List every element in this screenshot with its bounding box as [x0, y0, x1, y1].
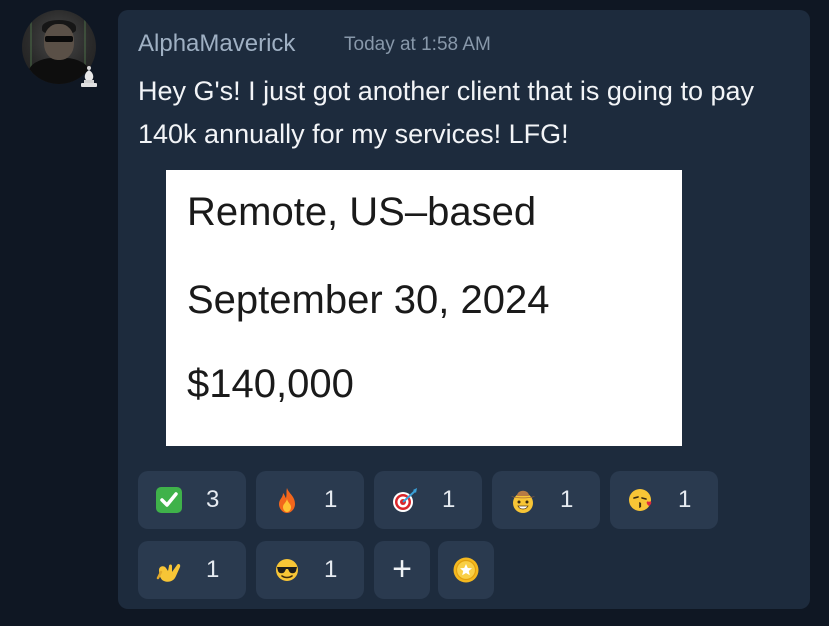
attachment-salary: $140,000 — [187, 362, 354, 406]
reaction-count: 1 — [206, 556, 220, 583]
add-reaction-button[interactable]: + — [374, 541, 430, 599]
attachment-location: Remote, US–based — [187, 190, 537, 234]
reaction-check[interactable]: 3 — [138, 471, 246, 529]
dart-target-icon — [391, 486, 419, 514]
reaction-count: 1 — [442, 486, 456, 513]
cowboy-face-icon — [509, 486, 537, 514]
reaction-count: 1 — [560, 486, 574, 513]
reaction-count: 1 — [678, 486, 692, 513]
reaction-cowboy[interactable]: 1 — [492, 471, 600, 529]
call-me-hand-icon — [155, 556, 183, 584]
reaction-dart[interactable]: 1 — [374, 471, 482, 529]
reaction-count: 1 — [324, 556, 338, 583]
bishop-badge-icon — [78, 64, 100, 88]
attachment-date: September 30, 2024 — [187, 278, 550, 322]
kissing-face-icon — [627, 486, 655, 514]
reaction-fire[interactable]: 1 — [256, 471, 364, 529]
reaction-count: 1 — [324, 486, 338, 513]
image-attachment[interactable]: Remote, US–based September 30, 2024 $140… — [166, 170, 682, 446]
reaction-count: 3 — [206, 486, 220, 513]
reaction-call-me[interactable]: 1 — [138, 541, 246, 599]
message-card: AlphaMaverick Today at 1:58 AM Hey G's! … — [118, 10, 810, 609]
plus-icon: + — [392, 550, 412, 588]
reaction-kiss[interactable]: 1 — [610, 471, 718, 529]
message-text: Hey G's! I just got another client that … — [138, 76, 754, 149]
fire-icon — [273, 486, 301, 514]
username[interactable]: AlphaMaverick — [138, 30, 295, 58]
super-reaction-button[interactable] — [438, 541, 494, 599]
message-timestamp: Today at 1:58 AM — [344, 34, 491, 55]
star-coin-icon — [452, 556, 480, 584]
check-mark-icon — [155, 486, 183, 514]
reaction-sunglasses[interactable]: 1 — [256, 541, 364, 599]
sunglasses-face-icon — [273, 556, 301, 584]
